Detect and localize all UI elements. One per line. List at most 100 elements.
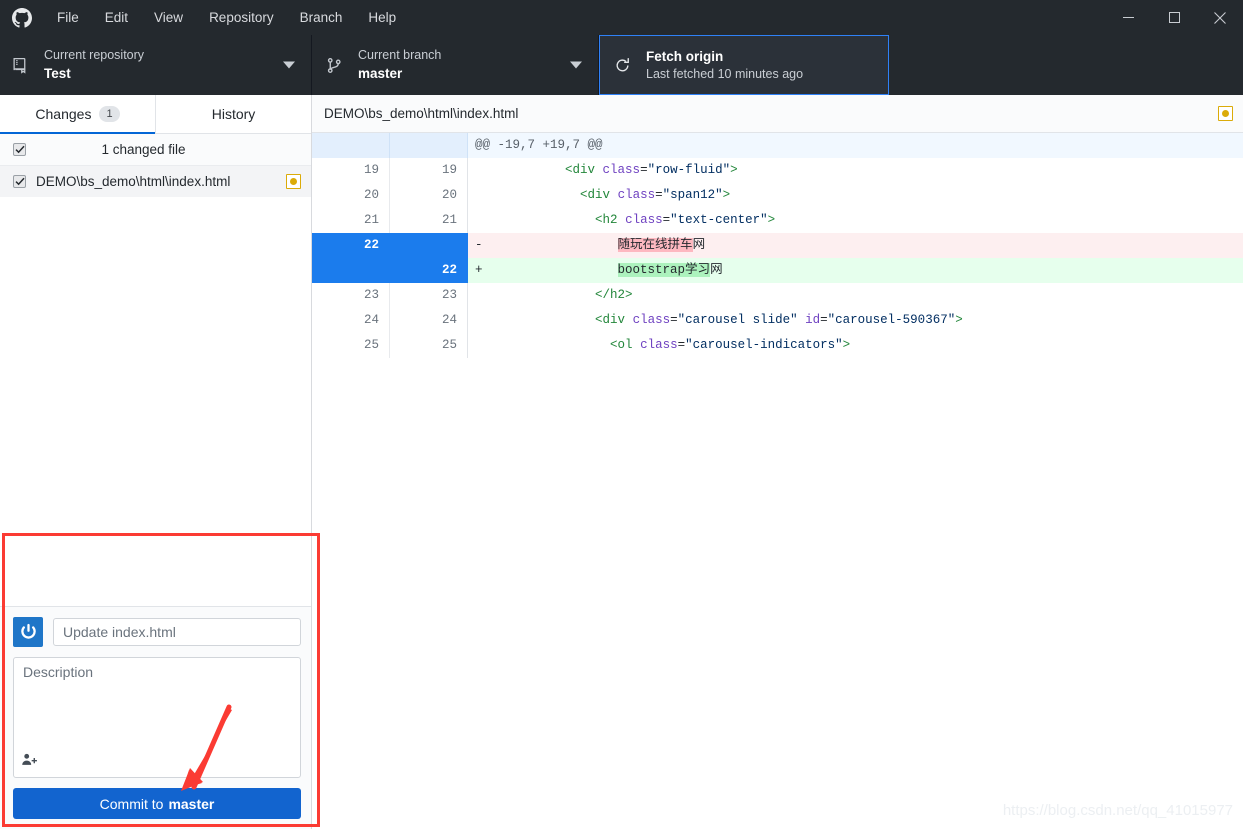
- diff-header: DEMO\bs_demo\html\index.html: [312, 95, 1243, 133]
- changes-sidebar: Changes 1 History 1 changed file DEMO\bs…: [0, 95, 312, 829]
- tab-changes-label: Changes: [35, 106, 92, 122]
- sidebar-tabs: Changes 1 History: [0, 95, 311, 134]
- menu-item-help[interactable]: Help: [355, 0, 409, 35]
- diff-gutter-new: 22: [390, 258, 468, 283]
- diff-line-code: <div class="span12">: [580, 188, 731, 202]
- commit-description-box[interactable]: Description: [13, 657, 301, 778]
- current-branch-value: master: [358, 66, 403, 81]
- sync-icon: [614, 57, 638, 74]
- diff-gutter-new: 23: [390, 283, 468, 308]
- branch-icon: [326, 57, 350, 74]
- menu-item-branch[interactable]: Branch: [287, 0, 356, 35]
- close-icon[interactable]: [1197, 0, 1243, 35]
- diff-gutter-old: 19: [312, 158, 390, 183]
- diff-line-code: - 随玩在线拼车网: [468, 233, 1243, 258]
- diff-gutter-old: 23: [312, 283, 390, 308]
- diff-gutter-new: 25: [390, 333, 468, 358]
- diff-line-code: + bootstrap学习网: [468, 258, 1243, 283]
- menu-item-edit[interactable]: Edit: [92, 0, 141, 35]
- diff-gutter-old: 24: [312, 308, 390, 333]
- commit-summary-row: [13, 617, 301, 647]
- toolbar: Current repository Test Current branch m…: [0, 35, 1243, 95]
- diff-gutter-old: 25: [312, 333, 390, 358]
- diff-line-code: <div class="carousel slide" id="carousel…: [595, 313, 963, 327]
- maximize-icon[interactable]: [1151, 0, 1197, 35]
- diff-hunk-row: @@ -19,7 +19,7 @@: [312, 133, 1243, 158]
- diff-gutter-new: 24: [390, 308, 468, 333]
- watermark-text: https://blog.csdn.net/qq_41015977: [1002, 802, 1233, 819]
- commit-button-prefix: Commit to: [99, 795, 164, 812]
- minimize-icon[interactable]: [1105, 0, 1151, 35]
- tab-history[interactable]: History: [156, 95, 311, 133]
- diff-line-row[interactable]: 19 19 <div class="row-fluid">: [312, 158, 1243, 183]
- user-avatar: [13, 617, 43, 647]
- fetch-origin-button[interactable]: Fetch origin Last fetched 10 minutes ago: [599, 35, 889, 95]
- diff-gutter-new: 20: [390, 183, 468, 208]
- current-branch-label: Current branch: [358, 48, 442, 62]
- menu-item-file[interactable]: File: [44, 0, 92, 35]
- current-repository-button[interactable]: Current repository Test: [0, 35, 312, 95]
- modified-status-icon: [286, 174, 301, 189]
- diff-gutter-new: [390, 233, 468, 258]
- diff-modified-dot: [1222, 110, 1229, 117]
- current-branch-button[interactable]: Current branch master: [312, 35, 599, 95]
- tab-history-label: History: [211, 106, 256, 122]
- file-path-label: DEMO\bs_demo\html\index.html: [36, 174, 231, 189]
- diff-file-path: DEMO\bs_demo\html\index.html: [324, 106, 519, 121]
- window-controls: [1105, 0, 1243, 35]
- file-checkbox[interactable]: [13, 175, 26, 188]
- diff-line-row-removed[interactable]: 22 - 随玩在线拼车网: [312, 233, 1243, 258]
- title-bar: File Edit View Repository Branch Help: [0, 0, 1243, 35]
- diff-line-code: <ol class="carousel-indicators">: [610, 338, 851, 352]
- select-all-checkbox[interactable]: [13, 143, 26, 156]
- diff-gutter-new: 19: [390, 158, 468, 183]
- diff-line-row[interactable]: 21 21 <h2 class="text-center">: [312, 208, 1243, 233]
- github-desktop-window: File Edit View Repository Branch Help Cu…: [0, 0, 1243, 829]
- diff-line-code: <h2 class="text-center">: [595, 213, 776, 227]
- fetch-origin-title: Fetch origin: [646, 49, 724, 64]
- repository-icon: [12, 57, 36, 74]
- github-logo-icon: [0, 0, 44, 35]
- menu-bar: File Edit View Repository Branch Help: [44, 0, 409, 35]
- diff-gutter-old: 22: [312, 233, 390, 258]
- diff-hunk-header: @@ -19,7 +19,7 @@: [468, 133, 1243, 158]
- diff-line-code: <div class="row-fluid">: [565, 163, 738, 177]
- diff-gutter-new: 21: [390, 208, 468, 233]
- diff-line-code: </h2>: [595, 288, 633, 302]
- diff-gutter-new: [390, 133, 468, 158]
- diff-gutter-old: [312, 133, 390, 158]
- commit-to-master-button[interactable]: Commit to master: [13, 788, 301, 819]
- commit-button-branch: master: [168, 795, 215, 812]
- diff-removed-text: 随玩在线拼车: [617, 238, 693, 252]
- diff-added-text: bootstrap学习: [617, 263, 711, 277]
- changed-files-count: 1 changed file: [101, 142, 186, 157]
- diff-panel: DEMO\bs_demo\html\index.html @@ -19,7 +1…: [312, 95, 1243, 829]
- diff-marker-removed: -: [475, 238, 483, 252]
- diff-gutter-old: [312, 258, 390, 283]
- branch-chevron-down-icon: [570, 61, 582, 69]
- fetch-origin-subtitle: Last fetched 10 minutes ago: [646, 67, 804, 81]
- diff-gutter-old: 20: [312, 183, 390, 208]
- current-repository-label: Current repository: [44, 48, 145, 62]
- menu-item-repository[interactable]: Repository: [196, 0, 287, 35]
- diff-line-row-added[interactable]: 22 + bootstrap学习网: [312, 258, 1243, 283]
- tab-changes-badge: 1: [99, 106, 120, 122]
- repository-chevron-down-icon: [283, 61, 295, 69]
- diff-line-row[interactable]: 25 25 <ol class="carousel-indicators">: [312, 333, 1243, 358]
- commit-description-placeholder: Description: [23, 664, 94, 680]
- diff-gutter-old: 21: [312, 208, 390, 233]
- diff-body[interactable]: @@ -19,7 +19,7 @@ 19 19 <div class="row-…: [312, 133, 1243, 358]
- commit-form: Description Commit to master: [0, 606, 311, 829]
- menu-item-view[interactable]: View: [141, 0, 196, 35]
- add-coauthor-icon[interactable]: [22, 753, 37, 771]
- tab-changes[interactable]: Changes 1: [0, 95, 156, 134]
- modified-dot: [290, 178, 297, 185]
- diff-marker-added: +: [475, 263, 483, 277]
- diff-modified-status-icon: [1218, 106, 1233, 121]
- list-item[interactable]: DEMO\bs_demo\html\index.html: [0, 166, 311, 197]
- diff-line-row[interactable]: 23 23 </h2>: [312, 283, 1243, 308]
- changed-files-header: 1 changed file: [0, 134, 311, 166]
- diff-line-row[interactable]: 20 20 <div class="span12">: [312, 183, 1243, 208]
- diff-line-row[interactable]: 24 24 <div class="carousel slide" id="ca…: [312, 308, 1243, 333]
- commit-summary-input[interactable]: [53, 618, 301, 646]
